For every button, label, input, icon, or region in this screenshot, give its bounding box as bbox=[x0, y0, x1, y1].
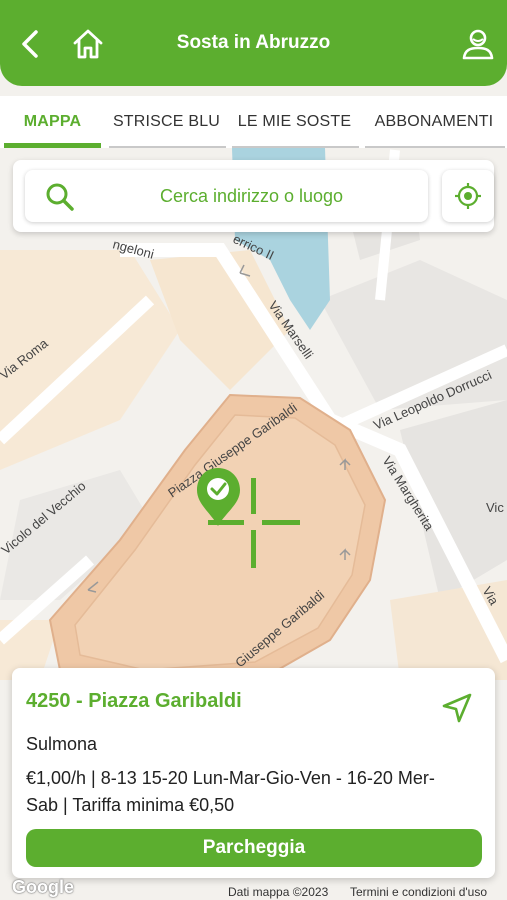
navigate-arrow-icon[interactable] bbox=[441, 692, 473, 724]
tab-abbonamenti[interactable]: ABBONAMENTI bbox=[361, 96, 507, 148]
user-icon bbox=[462, 29, 494, 60]
search-input[interactable]: Cerca indirizzo o luogo bbox=[25, 170, 428, 222]
zone-title: 4250 - Piazza Garibaldi bbox=[26, 690, 242, 712]
tab-mappa[interactable]: MAPPA bbox=[0, 96, 105, 148]
crosshair-icon bbox=[455, 183, 481, 209]
street-label-vic: Vic bbox=[486, 500, 504, 515]
locate-me-button[interactable] bbox=[442, 170, 494, 222]
page-title: Sosta in Abruzzo bbox=[176, 32, 331, 53]
park-button[interactable]: Parcheggia bbox=[26, 829, 482, 867]
map-attribution: Dati mappa ©2023 bbox=[228, 885, 329, 899]
tab-strisce-blu[interactable]: STRISCE BLU bbox=[105, 96, 228, 148]
map-footer: Google Dati mappa ©2023 Termini e condiz… bbox=[0, 877, 507, 900]
zone-tariff: €1,00/h | 8-13 15-20 Lun-Mar-Gio-Ven - 1… bbox=[26, 768, 435, 815]
search-icon bbox=[46, 183, 74, 211]
search-placeholder: Cerca indirizzo o luogo bbox=[159, 186, 344, 206]
tab-bar: MAPPA STRISCE BLU LE MIE SOSTE ABBONAMEN… bbox=[0, 96, 507, 148]
google-logo: Google bbox=[12, 877, 74, 897]
zone-info-card: 4250 - Piazza Garibaldi Sulmona €1,00/h … bbox=[12, 668, 495, 878]
search-bar: Cerca indirizzo o luogo bbox=[13, 160, 494, 232]
terms-link[interactable]: Termini e condizioni d'uso bbox=[350, 885, 487, 899]
profile-button[interactable] bbox=[460, 26, 496, 62]
tab-le-mie-soste[interactable]: LE MIE SOSTE bbox=[228, 96, 361, 148]
zone-city: Sulmona bbox=[26, 734, 98, 754]
app-header: Sosta in Abruzzo bbox=[0, 0, 507, 86]
